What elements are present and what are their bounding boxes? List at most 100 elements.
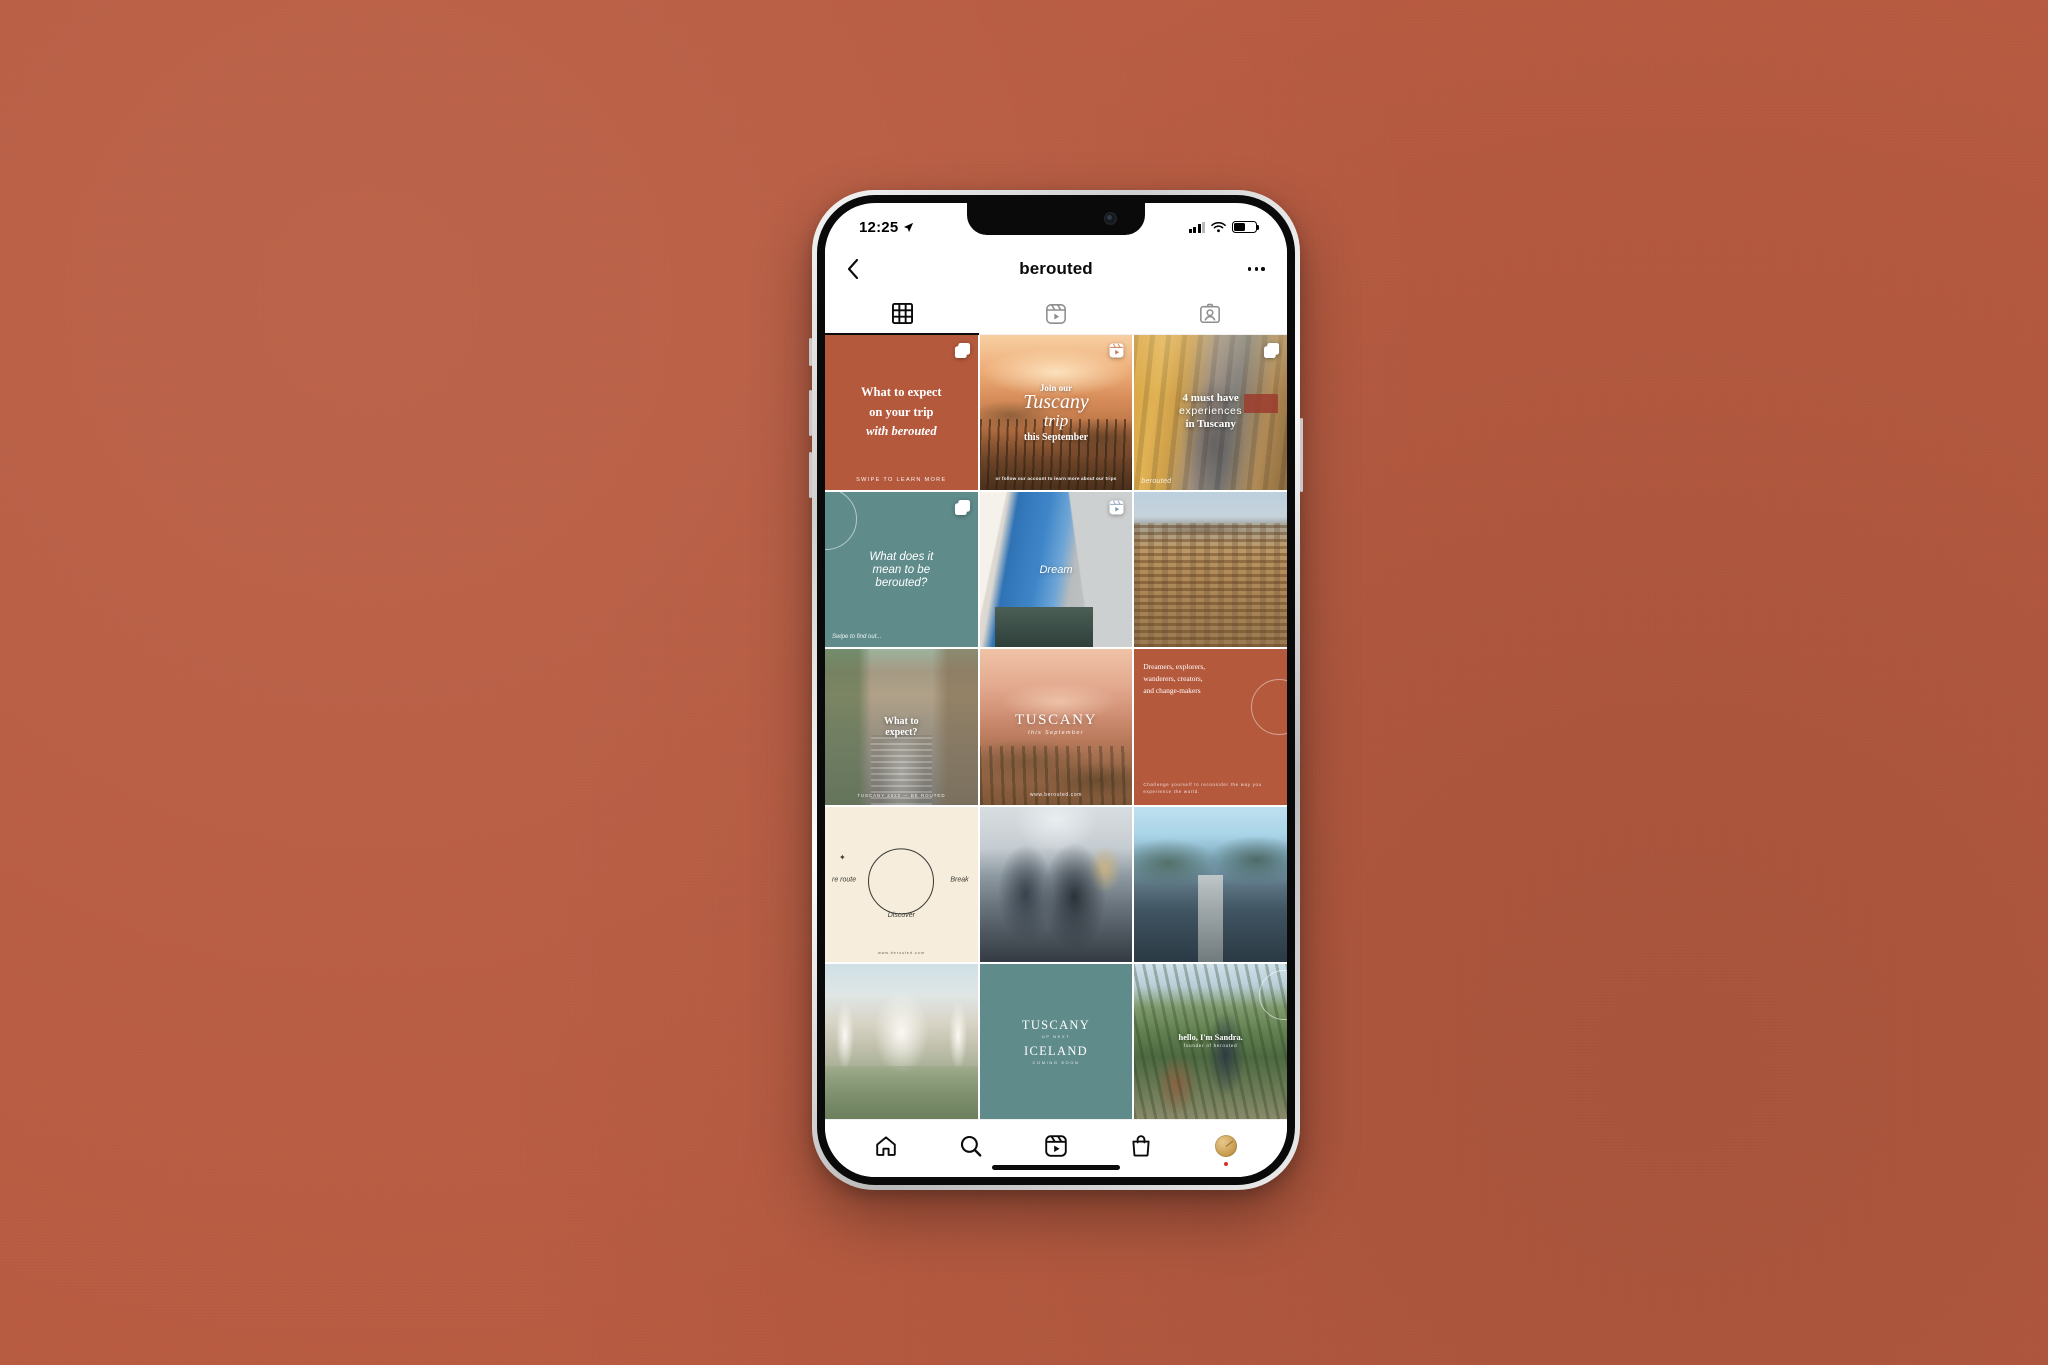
post-watermark: berouted [1141, 478, 1172, 486]
home-icon [875, 1135, 896, 1156]
grid-post-4[interactable]: What does it mean to be berouted? Swipe … [825, 492, 978, 648]
more-dot [1254, 267, 1259, 271]
post-footer: SWIPE TO LEARN MORE [856, 477, 947, 484]
power-button[interactable] [1300, 418, 1303, 492]
reels-icon [1108, 342, 1125, 364]
post-line: Dreamers, explorers, [1143, 662, 1206, 672]
home-indicator[interactable] [992, 1165, 1120, 1170]
more-dot [1261, 267, 1265, 271]
profile-avatar-icon [1215, 1134, 1238, 1157]
nav-shop[interactable] [1099, 1134, 1184, 1158]
post-subline: this September [1028, 729, 1084, 736]
nav-profile[interactable] [1184, 1134, 1269, 1166]
back-button[interactable] [847, 259, 877, 279]
post-footer: Swipe to find out... [832, 634, 882, 641]
post-line: What to [883, 715, 919, 727]
carousel-icon [1263, 342, 1280, 364]
post-line: berouted? [875, 576, 928, 589]
post-subline: UP NEXT [1041, 1033, 1071, 1039]
volume-down-button[interactable] [809, 452, 812, 498]
back-chevron-icon [847, 259, 859, 279]
grid-post-10[interactable]: re route Break Discover ✦ www.berouted.c… [825, 806, 978, 962]
sparkle-icon: ✦ [839, 853, 846, 863]
post-line: Dream [1039, 563, 1073, 576]
shop-bag-icon [1132, 1134, 1150, 1157]
post-grid: What to expect on your trip with beroute… [825, 335, 1287, 1119]
post-photo [825, 963, 978, 1119]
silent-switch[interactable] [809, 338, 812, 366]
post-line: TUSCANY [1014, 711, 1098, 728]
nav-reels[interactable] [1013, 1134, 1098, 1158]
tab-grid[interactable] [825, 293, 979, 335]
reels-icon [1045, 1134, 1067, 1157]
post-photo [1134, 492, 1287, 648]
post-line: this September [1023, 431, 1089, 443]
post-line: ICELAND [1024, 1043, 1088, 1058]
ring-label-bottom: Discover [887, 912, 915, 920]
grid-post-13[interactable] [825, 963, 978, 1119]
post-footer: Challenge yourself to reconsider the way… [1143, 781, 1262, 795]
ring-label-right: Break [950, 876, 969, 884]
post-line: in Tuscany [1185, 417, 1236, 430]
phone-bezel: 12:25 berouted What to expect on your tr… [817, 195, 1295, 1185]
page-title: berouted [1019, 259, 1093, 278]
post-line: What does it [869, 550, 934, 563]
battery-icon [1232, 221, 1260, 233]
post-line: 4 must have [1182, 391, 1239, 404]
volume-up-button[interactable] [809, 390, 812, 436]
profile-tabs [825, 293, 1287, 335]
grid-post-9[interactable]: Dreamers, explorers, wanderers, creators… [1134, 649, 1287, 805]
notification-badge [1224, 1161, 1229, 1166]
post-footer: TUSCANY 2022 — BE ROUTED [857, 792, 946, 798]
grid-icon [891, 303, 913, 324]
nav-search[interactable] [928, 1134, 1013, 1158]
status-time: 12:25 [859, 218, 899, 236]
grid-post-3[interactable]: 4 must have experiences in Tuscany berou… [1134, 335, 1287, 491]
grid-post-14[interactable]: TUSCANY UP NEXT ICELAND COMING SOON [979, 963, 1133, 1119]
post-line: TUSCANY [1021, 1017, 1091, 1032]
reels-icon [1108, 499, 1125, 521]
search-icon [960, 1135, 982, 1157]
grid-post-11[interactable] [979, 806, 1133, 962]
grid-post-15[interactable]: hello, I'm Sandra. founder of berouted [1134, 963, 1287, 1119]
grid-post-7[interactable]: What to expect? TUSCANY 2022 — BE ROUTED [825, 649, 978, 805]
post-photo [1134, 806, 1287, 962]
cellular-signal-icon [1188, 221, 1205, 233]
grid-post-1[interactable]: What to expect on your trip with beroute… [825, 335, 978, 491]
location-arrow-icon [904, 222, 914, 232]
post-line: What to expect [861, 385, 942, 400]
more-options-button[interactable] [1238, 261, 1265, 277]
post-line: experiences [1179, 404, 1243, 417]
tab-reels[interactable] [979, 293, 1133, 334]
post-line: expect? [885, 726, 918, 738]
post-subline: COMING SOON [1032, 1059, 1080, 1065]
post-photo [979, 806, 1133, 962]
post-line: on your trip [869, 404, 934, 419]
post-line: hello, I'm Sandra. [1178, 1032, 1243, 1042]
post-line: wanderers, creators, [1143, 674, 1203, 684]
status-bar-left: 12:25 [859, 219, 914, 236]
post-line: Tuscany [1023, 390, 1089, 413]
grid-post-5[interactable]: Dream [979, 492, 1133, 648]
more-dot [1247, 267, 1252, 271]
post-footer: founder of berouted [1183, 1042, 1238, 1048]
post-line: trip [1043, 410, 1069, 430]
app-header: berouted [825, 245, 1287, 293]
grid-post-8[interactable]: TUSCANY this September www.berouted.com [979, 649, 1133, 805]
grid-post-6[interactable] [1134, 492, 1287, 648]
status-bar-right [1188, 221, 1260, 233]
post-line: mean to be [872, 563, 931, 576]
post-line: with berouted [866, 424, 937, 439]
post-footer: www.berouted.com [1029, 791, 1083, 798]
decorative-ring [868, 848, 935, 915]
carousel-icon [954, 342, 971, 364]
nav-home[interactable] [843, 1134, 928, 1158]
carousel-icon [954, 499, 971, 521]
front-camera-icon [1104, 212, 1117, 225]
tagged-person-icon [1200, 303, 1220, 323]
phone-screen: 12:25 berouted What to expect on your tr… [825, 203, 1287, 1177]
tab-tagged[interactable] [1133, 293, 1287, 334]
grid-post-2[interactable]: Join our Tuscany trip this September or … [979, 335, 1133, 491]
post-footer: www.berouted.com [877, 949, 925, 955]
grid-post-12[interactable] [1134, 806, 1287, 962]
